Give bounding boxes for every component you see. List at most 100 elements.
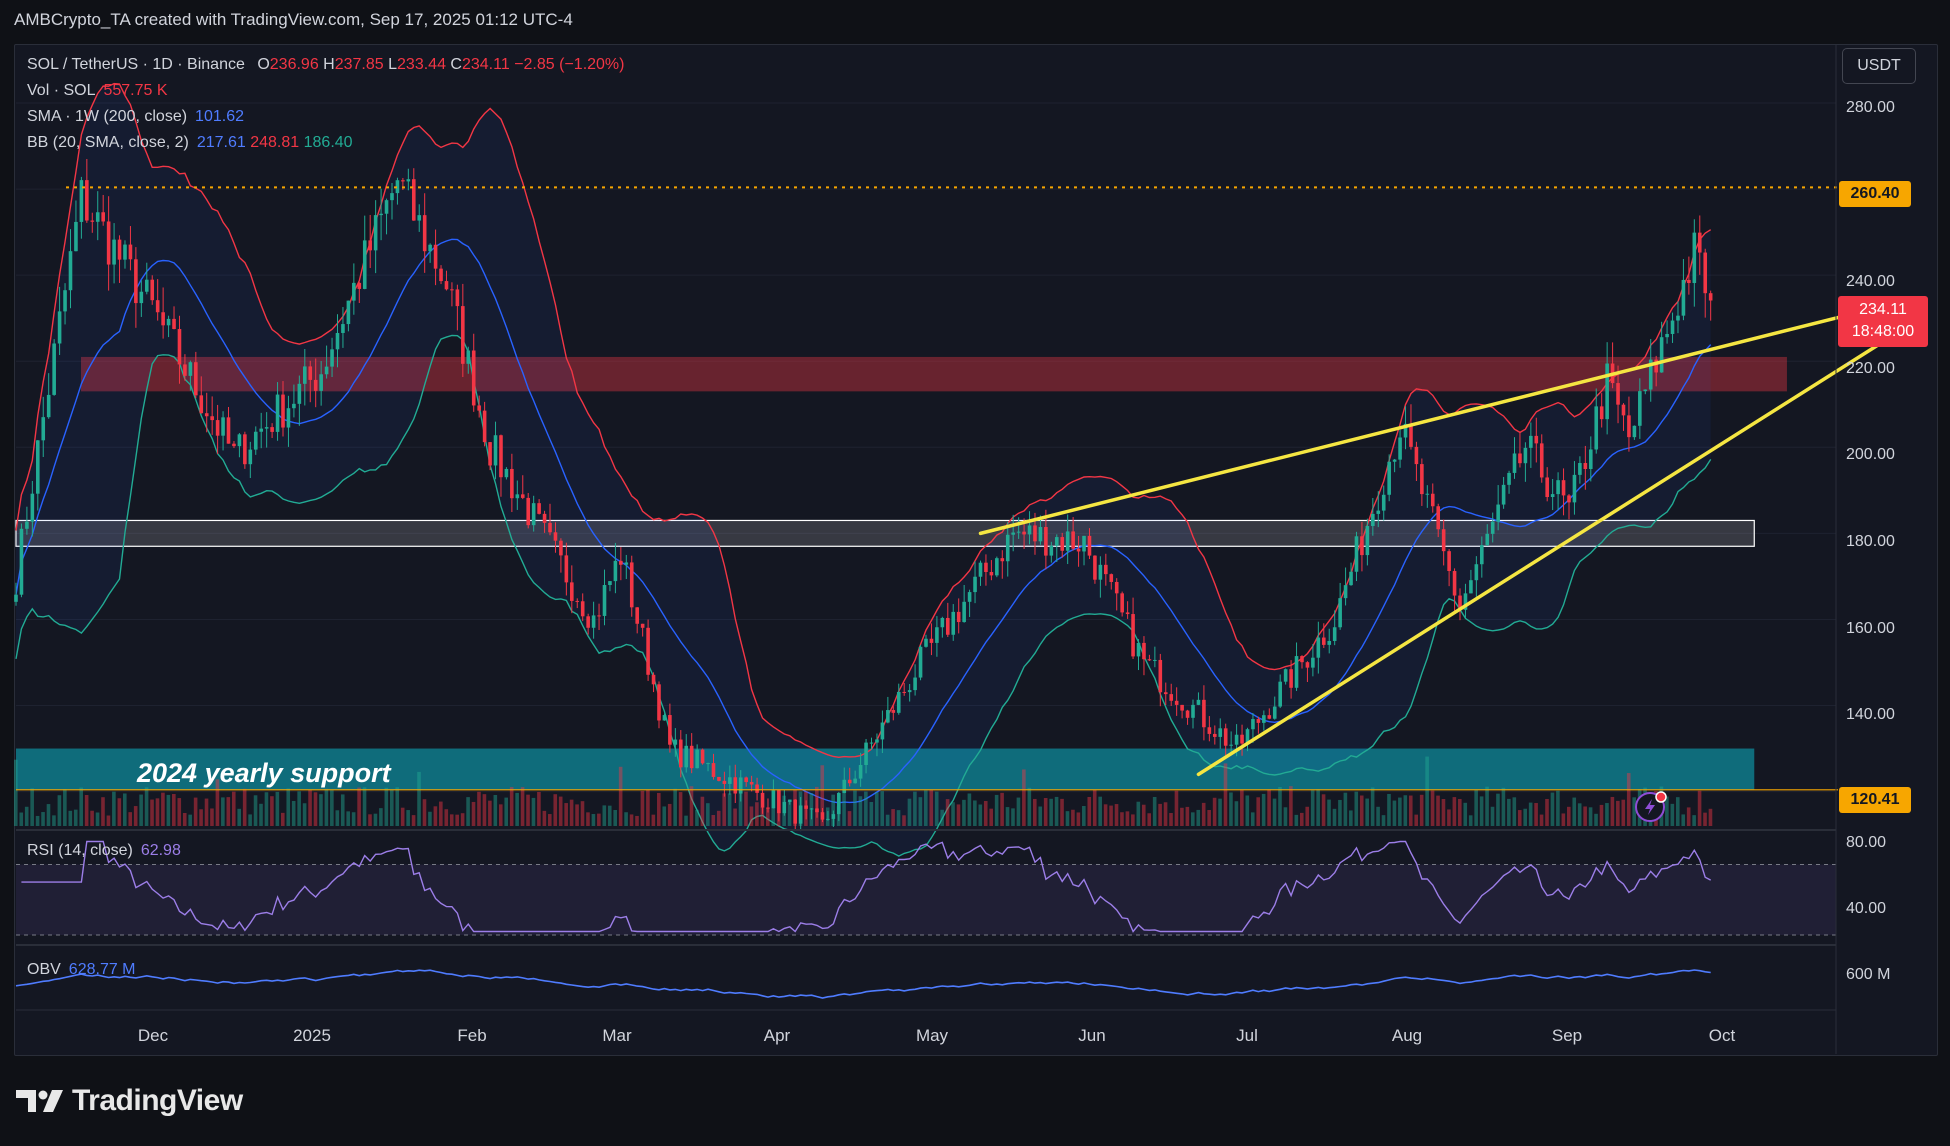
candle-body xyxy=(1065,531,1070,551)
candle-body xyxy=(766,807,770,809)
candle-body xyxy=(962,601,966,623)
volume-bar xyxy=(542,810,547,826)
volume-bar xyxy=(962,799,966,826)
volume-bar xyxy=(1610,796,1615,826)
volume-bar xyxy=(1321,794,1326,826)
candle-body xyxy=(466,350,471,364)
candle-body xyxy=(155,300,160,313)
volume-bar xyxy=(1577,803,1582,826)
volume-bar xyxy=(150,799,154,826)
volume-bar xyxy=(319,794,323,826)
candle-body xyxy=(85,180,89,221)
volume-bar xyxy=(411,815,416,826)
candle-body xyxy=(1038,527,1043,542)
candle-body xyxy=(1632,425,1637,438)
currency-button[interactable]: USDT xyxy=(1842,48,1916,84)
candle-body xyxy=(1016,531,1021,533)
candle-body xyxy=(722,780,727,784)
volume-bar xyxy=(1240,789,1244,826)
candle-body xyxy=(286,408,291,428)
candle-body xyxy=(864,742,868,766)
candle-body xyxy=(1229,744,1233,746)
x-tick-jun: Jun xyxy=(1078,1026,1106,1045)
candle-body xyxy=(1599,406,1604,420)
volume-bar xyxy=(569,799,574,826)
candle-body xyxy=(444,281,449,290)
candle-body xyxy=(1311,657,1315,668)
volume-bar xyxy=(1583,806,1587,826)
volume-bar xyxy=(755,802,759,826)
obv-line xyxy=(15,969,1711,999)
candle-body xyxy=(1387,461,1391,495)
candle-body xyxy=(275,394,280,432)
volume-bar xyxy=(1174,790,1179,826)
volume-bar xyxy=(406,810,410,826)
volume-bar xyxy=(716,810,721,826)
candle-body xyxy=(973,576,977,593)
candle-body xyxy=(1507,472,1511,485)
volume-bar xyxy=(340,794,345,826)
volume-bar xyxy=(270,796,274,826)
volume-bar xyxy=(678,792,683,826)
rsi-label[interactable]: RSI (14, close) xyxy=(27,842,133,859)
candle-body xyxy=(717,776,721,781)
volume-bar xyxy=(79,787,83,826)
volume-bar xyxy=(924,790,928,826)
rsi-legend: RSI (14, close) 62.98 xyxy=(27,842,181,860)
candle-body xyxy=(194,362,198,396)
volume-bar xyxy=(689,786,694,826)
volume-bar xyxy=(1697,790,1702,826)
sma-label[interactable]: SMA · 1W (200, close) xyxy=(27,108,187,125)
candle-body xyxy=(1360,536,1364,556)
bb-row: BB (20, SMA, close, 2) 217.61 248.81 186.… xyxy=(27,130,624,156)
obv-label[interactable]: OBV xyxy=(27,961,61,978)
volume-label[interactable]: Vol · SOL xyxy=(27,82,95,99)
volume-bar xyxy=(744,791,748,826)
volume-bar xyxy=(362,787,367,826)
volume-bar xyxy=(19,812,24,826)
candle-body xyxy=(673,739,678,745)
volume-bar xyxy=(1343,792,1348,826)
x-tick-2025: 2025 xyxy=(293,1026,331,1045)
volume-bar xyxy=(1332,808,1337,826)
candle-body xyxy=(984,562,988,573)
candle-body xyxy=(700,749,705,764)
candle-body xyxy=(74,221,78,252)
candle-body xyxy=(1365,526,1370,556)
candle-body xyxy=(831,814,836,819)
volume-bar xyxy=(1708,808,1713,826)
price-tick-200: 200.00 xyxy=(1846,446,1895,463)
candle-body xyxy=(733,777,738,794)
volume-bar xyxy=(1523,808,1528,826)
candle-body xyxy=(640,623,645,628)
candle-body xyxy=(128,244,133,260)
candle-body xyxy=(613,560,618,582)
candle-body xyxy=(1158,659,1163,693)
volume-bar xyxy=(1016,797,1021,826)
volume-bar xyxy=(531,797,536,826)
candle-body xyxy=(793,799,798,824)
volume-bar xyxy=(281,812,285,826)
candle-body xyxy=(199,395,204,414)
candle-body xyxy=(1147,659,1152,661)
bb-label[interactable]: BB (20, SMA, close, 2) xyxy=(27,134,189,151)
candle-body xyxy=(1332,627,1337,641)
volume-bar xyxy=(1256,797,1260,826)
symbol-name[interactable]: SOL / TetherUS · 1D · Binance xyxy=(27,56,245,73)
volume-bar xyxy=(1131,814,1135,826)
rsi-pane xyxy=(16,840,1836,936)
volume-bar xyxy=(221,797,225,826)
candle-body xyxy=(1627,415,1631,438)
volume-bar xyxy=(1517,810,1522,826)
x-tick-may: May xyxy=(915,1026,949,1045)
candle-body xyxy=(1381,494,1386,511)
candle-body xyxy=(390,193,394,201)
tradingview-logo[interactable]: TradingView xyxy=(16,1084,243,1118)
candle-body xyxy=(352,282,356,301)
volume-bar xyxy=(1387,793,1391,826)
volume-bar xyxy=(1305,806,1310,826)
volume-bar xyxy=(940,809,944,826)
volume-bar xyxy=(1359,795,1364,826)
price-chart[interactable] xyxy=(0,0,1950,1146)
volume-bar xyxy=(1398,797,1402,826)
